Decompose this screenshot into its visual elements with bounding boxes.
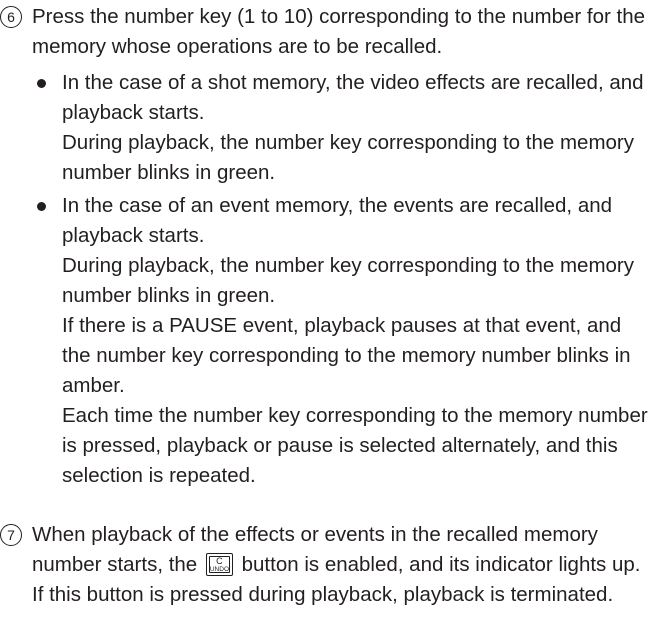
- step-number-badge: 7: [0, 524, 22, 546]
- bullet-line: Each time the number key corresponding t…: [62, 404, 648, 487]
- bullet-event-memory: In the case of an event memory, the even…: [0, 191, 651, 491]
- step-6-bullet-list: In the case of a shot memory, the video …: [0, 68, 651, 491]
- step-number-badge: 6: [0, 6, 22, 28]
- step-7-text: When playback of the effects or events i…: [32, 520, 651, 610]
- bullet-shot-memory: In the case of a shot memory, the video …: [0, 68, 651, 188]
- bullet-dot-icon: [37, 79, 46, 88]
- undo-button-top-label: C: [216, 555, 223, 566]
- step-6-text: Press the number key (1 to 10) correspon…: [32, 5, 646, 58]
- bullet-dot-icon: [37, 202, 46, 211]
- bullet-line: During playback, the number key correspo…: [62, 254, 635, 307]
- step-6: 6 Press the number key (1 to 10) corresp…: [0, 2, 651, 494]
- bullet-line: In the case of an event memory, the even…: [62, 194, 613, 247]
- bullet-line: If there is a PAUSE event, playback paus…: [62, 314, 631, 397]
- bullet-line: During playback, the number key correspo…: [62, 131, 635, 184]
- manual-page: 6 Press the number key (1 to 10) corresp…: [0, 0, 659, 644]
- bullet-line: In the case of a shot memory, the video …: [62, 71, 644, 124]
- undo-button-bottom-label: UNDO: [209, 565, 229, 573]
- step-7: 7 When playback of the effects or events…: [0, 520, 651, 610]
- undo-button-icon: C UNDO: [205, 553, 233, 576]
